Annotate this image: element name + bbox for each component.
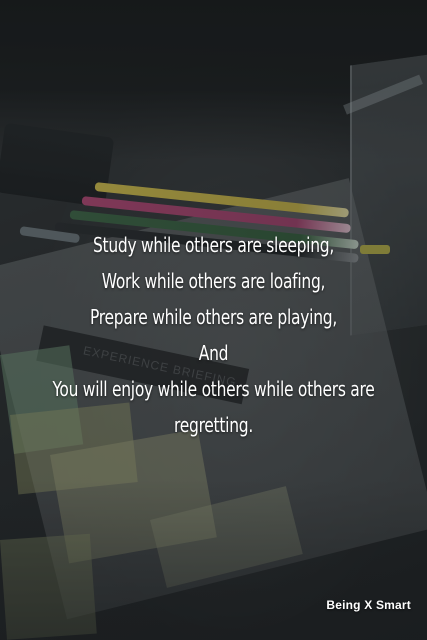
quote-line: Prepare while others are playing,: [90, 305, 337, 329]
brand-watermark: Being X Smart: [326, 598, 411, 612]
quote-line: Study while others are sleeping,: [92, 233, 335, 257]
quote-line: You will enjoy while others while others…: [52, 377, 375, 401]
quote-line: Work while others are loafing,: [101, 269, 326, 293]
quote-line: And: [198, 341, 229, 365]
quote-line: regretting.: [174, 413, 253, 437]
quote-text: Study while others are sleeping, Work wh…: [0, 227, 427, 443]
quote-poster: EXPERIENCE BRIEFING Study while others a…: [0, 0, 427, 640]
